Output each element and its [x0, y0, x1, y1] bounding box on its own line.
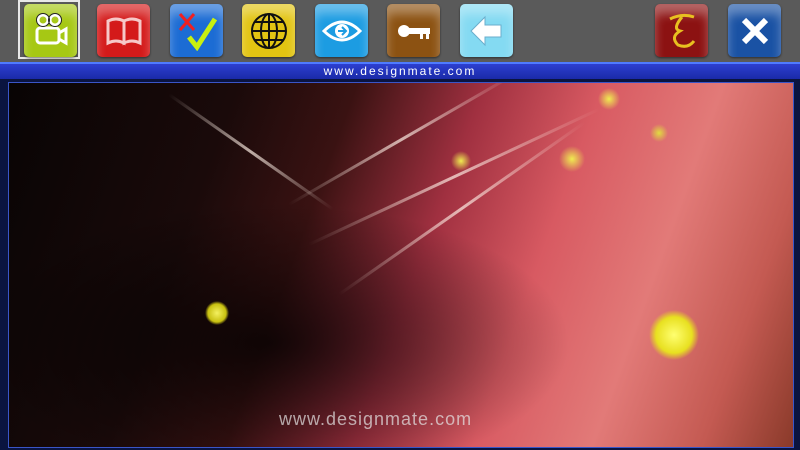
- toolbar: [0, 0, 800, 62]
- back-button[interactable]: [460, 4, 513, 57]
- video-texture: [308, 107, 600, 246]
- key-icon: [397, 24, 430, 39]
- arrow-left-icon: [469, 15, 501, 46]
- close-button[interactable]: [728, 4, 781, 57]
- video-area[interactable]: www.designmate.com: [8, 82, 794, 448]
- player-frame: www.designmate.com www.designmate.com: [0, 62, 800, 450]
- logo-button[interactable]: [655, 4, 708, 57]
- video-texture: [168, 93, 334, 211]
- designmate-logo-icon: [668, 13, 695, 48]
- key-button[interactable]: [387, 4, 440, 57]
- video-texture: [288, 83, 515, 206]
- book-button[interactable]: [97, 4, 150, 57]
- check-cross-icon: [178, 12, 217, 51]
- video-camera-icon: [35, 12, 67, 46]
- quiz-button[interactable]: [170, 4, 223, 57]
- globe-icon: [250, 12, 287, 49]
- video-button[interactable]: [24, 4, 77, 57]
- video-texture: [338, 121, 586, 296]
- view-button[interactable]: [315, 4, 368, 57]
- book-icon: [106, 17, 141, 45]
- close-icon: [741, 17, 768, 44]
- url-banner: www.designmate.com: [0, 64, 800, 79]
- watermark: www.designmate.com: [279, 409, 473, 429]
- globe-button[interactable]: [242, 4, 295, 57]
- eye-icon: [321, 20, 362, 41]
